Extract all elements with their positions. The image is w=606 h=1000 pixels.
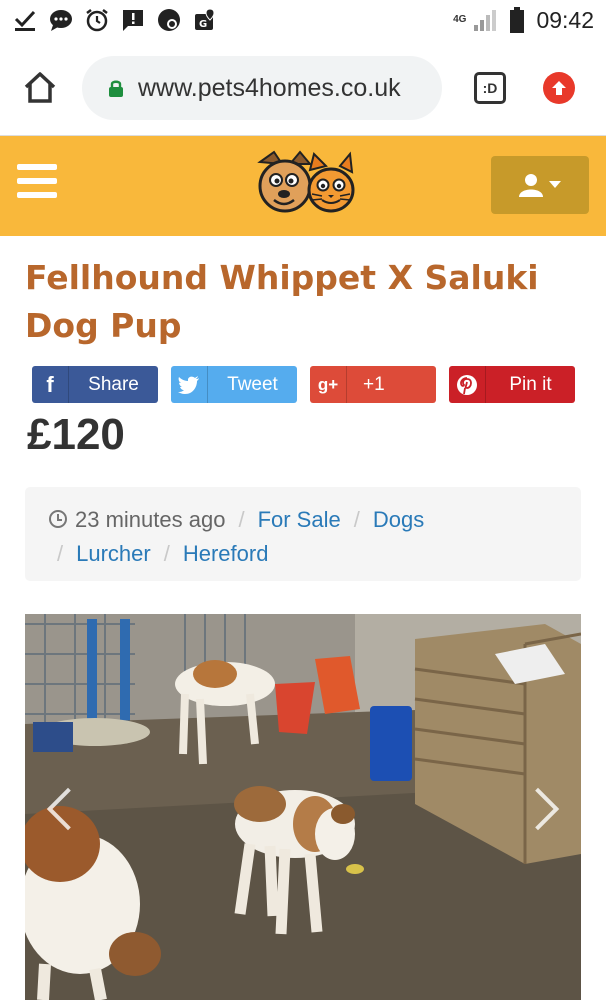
google-plus-label: +1 [363, 373, 385, 395]
download-done-icon [12, 7, 38, 33]
dog-pen-photo [25, 614, 581, 1000]
listing-photo-carousel[interactable] [25, 614, 581, 1000]
location-settings-icon: G [192, 7, 218, 33]
clock-time: 09:42 [536, 6, 594, 33]
svg-text:G: G [199, 19, 207, 30]
alarm-icon [84, 7, 110, 33]
battery-icon [504, 7, 530, 33]
menu-icon[interactable] [17, 164, 57, 198]
pinterest-pin-button[interactable]: Pin it [449, 366, 575, 403]
breadcrumb-separator: / [163, 541, 170, 566]
pinterest-icon [449, 366, 486, 403]
pets4homes-logo[interactable] [252, 150, 356, 216]
listing-price: £120 [27, 410, 125, 459]
signal-icon [472, 7, 498, 33]
update-arrow-icon[interactable] [543, 72, 575, 104]
lock-icon [109, 80, 123, 97]
clock-icon [49, 510, 67, 528]
breadcrumb-separator: / [238, 507, 245, 532]
twitter-tweet-button[interactable]: Tweet [171, 366, 297, 403]
listing-title: Fellhound Whippet X Saluki Dog Pup [25, 258, 539, 345]
google-plus-icon: g+ [310, 366, 347, 403]
breadcrumb-separator: / [57, 541, 64, 566]
breadcrumb-dogs[interactable]: Dogs [373, 507, 424, 532]
pinterest-pin-label: Pin it [509, 373, 552, 395]
twitter-tweet-label: Tweet [227, 373, 278, 395]
home-icon[interactable] [22, 70, 58, 106]
site-header [0, 136, 606, 236]
breadcrumb-for-sale[interactable]: For Sale [258, 507, 341, 532]
breadcrumb-hereford[interactable]: Hereford [183, 541, 269, 566]
network-type: 4G [453, 14, 467, 25]
status-bar: G 4G 09:42 [0, 0, 606, 40]
facebook-share-button[interactable]: f Share [32, 366, 158, 403]
share-buttons: f Share Tweet g+ +1 Pin it [32, 366, 577, 403]
breadcrumb-lurcher[interactable]: Lurcher [76, 541, 151, 566]
tab-switcher-button[interactable]: :D [474, 72, 506, 104]
address-bar[interactable]: www.pets4homes.co.uk [82, 56, 442, 120]
app-notification-icon [156, 7, 182, 33]
chat-icon [48, 7, 74, 33]
breadcrumb-separator: / [353, 507, 360, 532]
facebook-icon: f [32, 366, 69, 403]
alert-message-icon [120, 7, 146, 33]
user-menu-button[interactable] [491, 156, 589, 214]
user-icon [519, 174, 543, 197]
posted-time: 23 minutes ago [75, 507, 226, 532]
url-text: www.pets4homes.co.uk [138, 73, 401, 102]
facebook-share-label: Share [88, 373, 139, 395]
browser-toolbar: www.pets4homes.co.uk :D [0, 40, 606, 136]
listing-meta-breadcrumb: 23 minutes ago / For Sale / Dogs / Lurcher / He… [25, 487, 581, 581]
caret-down-icon [549, 181, 561, 188]
google-plus-button[interactable]: g+ +1 [310, 366, 436, 403]
twitter-icon [171, 366, 208, 403]
